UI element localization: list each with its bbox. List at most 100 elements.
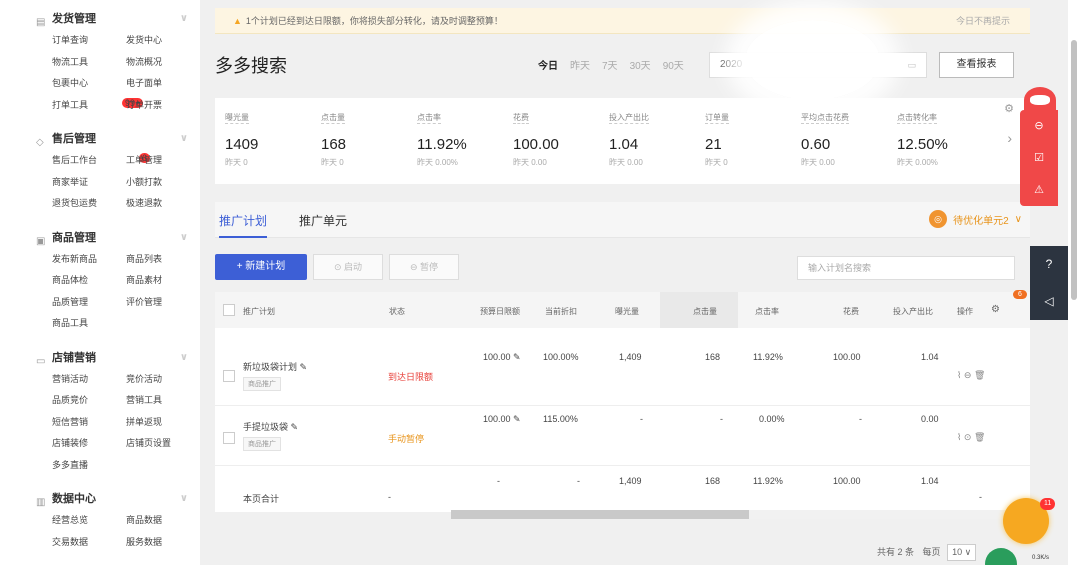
sidebar-item[interactable]: 打单工具 99+ (52, 95, 144, 117)
edit-icon[interactable]: ✎ (291, 422, 299, 432)
row-checkbox[interactable] (223, 432, 235, 444)
row-actions: ⌇ ⊖ 🗑 (957, 370, 985, 381)
chevron-down-icon[interactable]: ∨ (180, 488, 188, 510)
chevron-right-icon[interactable]: › (1007, 130, 1012, 146)
sidebar-item[interactable]: 经营总览 (52, 510, 126, 532)
sidebar-item[interactable]: 物流概况 (126, 52, 200, 74)
pause-icon[interactable]: ⊖ (964, 370, 972, 380)
chevron-down-icon[interactable]: ∨ (180, 8, 188, 30)
help-icon[interactable]: ? (1030, 246, 1068, 283)
edit-icon[interactable]: ✎ (513, 414, 521, 424)
optimize-units-link[interactable]: ◎ 待优化单元2 ∨ (929, 210, 1022, 228)
sidebar-item[interactable]: 订单开票 (126, 95, 200, 117)
scrollbar-thumb[interactable] (451, 510, 749, 519)
budget-cell[interactable]: 100.00 ✎ (483, 352, 521, 363)
edit-icon[interactable]: ✎ (513, 352, 521, 362)
page-scrollbar[interactable] (1068, 0, 1080, 565)
sidebar-item[interactable]: 品质竞价 (52, 390, 126, 412)
col-cost[interactable]: 花费 (843, 306, 859, 317)
chevron-down-icon[interactable]: ∨ (180, 128, 188, 150)
table-horizontal-scrollbar[interactable] (451, 510, 1011, 519)
play-icon[interactable]: ⊙ (964, 432, 972, 442)
metric-card: 曝光量 1409 昨天 0 (225, 113, 259, 167)
chevron-down-icon[interactable]: ∨ (180, 347, 188, 369)
sidebar-item[interactable]: 商品体检 (52, 270, 126, 292)
sidebar-section-title[interactable]: ▭ 店铺营销 ∨ (36, 347, 200, 369)
sidebar-item[interactable]: 工单管理 (126, 150, 200, 172)
sidebar-item[interactable]: 包裹中心 (52, 73, 126, 95)
alert-icon[interactable]: ⚠ (1020, 174, 1058, 206)
sidebar-section-title[interactable]: ▤ 发货管理 ∨ (36, 8, 200, 30)
chat-icon[interactable]: ⊖ (1020, 110, 1058, 142)
sidebar-item[interactable]: 品质管理 (52, 292, 126, 314)
page-size-select[interactable]: 10 ∨ (947, 544, 977, 561)
sidebar-item[interactable]: 发货中心 (126, 30, 200, 52)
per-page-label: 每页 (922, 547, 941, 557)
date-tab-90d[interactable]: 90天 (663, 57, 684, 72)
date-tab-7d[interactable]: 7天 (602, 57, 618, 72)
view-report-button[interactable]: 查看报表 (939, 52, 1014, 78)
sidebar-item[interactable]: 发布新商品 (52, 249, 126, 271)
sidebar-item[interactable]: 极速退款 (126, 193, 200, 215)
sidebar-item[interactable]: 售后工作台 6 (52, 150, 151, 172)
select-all-checkbox[interactable] (223, 304, 235, 316)
sidebar-item[interactable]: 营销工具 (126, 390, 200, 412)
sidebar-item[interactable]: 营销活动 (52, 369, 126, 391)
sidebar-item[interactable]: 电子面单 (126, 73, 200, 95)
edit-note-icon[interactable]: ☑ (1020, 142, 1058, 174)
trash-icon[interactable]: 🗑 (974, 370, 985, 380)
sidebar-item[interactable]: 店铺页设置 (126, 433, 200, 455)
scrollbar-thumb[interactable] (1071, 40, 1077, 300)
sidebar-item[interactable]: 交易数据 (52, 532, 126, 554)
row-checkbox[interactable] (223, 370, 235, 382)
sidebar-item[interactable]: 商品列表 (126, 249, 200, 271)
date-tab-30d[interactable]: 30天 (630, 57, 651, 72)
trash-icon[interactable]: 🗑 (974, 432, 985, 442)
sidebar-item[interactable]: 商品数据 (126, 510, 200, 532)
discount-cell: 100.00% (543, 352, 579, 362)
dismiss-notice-link[interactable]: 今日不再提示 (956, 8, 1010, 34)
sidebar-item[interactable]: 商品素材 (126, 270, 200, 292)
sidebar-item[interactable]: 订单查询 (52, 30, 126, 52)
sidebar-item[interactable]: 物流工具 (52, 52, 126, 74)
sidebar-item[interactable]: 评价管理 (126, 292, 200, 314)
sidebar-section-title[interactable]: ▥ 数据中心 ∨ (36, 488, 200, 510)
sidebar-item[interactable]: 小额打款 (126, 172, 200, 194)
plan-name[interactable]: 手提垃圾袋 ✎ 商品推广 (243, 420, 298, 451)
metric-card: 平均点击花费 0.60 昨天 0.00 (801, 113, 849, 167)
sidebar-item[interactable]: 拼单返现 (126, 412, 200, 434)
sidebar-item[interactable]: 退货包运费 (52, 193, 126, 215)
tab-plans[interactable]: 推广计划 (219, 212, 268, 238)
sidebar-item[interactable]: 商家举证 (52, 172, 126, 194)
sidebar-item[interactable]: 多多直播 (52, 455, 126, 477)
start-button[interactable]: ⊙ 启动 (313, 254, 383, 280)
col-budget[interactable]: 预算日限额 (480, 306, 520, 317)
sidebar-item[interactable]: 竞价活动 (126, 369, 200, 391)
edit-icon[interactable]: ✎ (300, 362, 308, 372)
new-plan-button[interactable]: + 新建计划 (215, 254, 307, 280)
gear-icon[interactable]: ⚙ (1004, 102, 1014, 115)
announcement-icon[interactable]: ◁ (1030, 283, 1068, 320)
plan-search-input[interactable]: 输入计划名搜索 (797, 256, 1015, 280)
col-discount[interactable]: 当前折扣 (545, 306, 577, 317)
date-tab-yesterday[interactable]: 昨天 (570, 57, 590, 72)
line-chart-icon[interactable]: ⌇ (957, 432, 961, 442)
chevron-down-icon[interactable]: ∨ (180, 227, 188, 249)
sidebar-item[interactable]: 短信营销 (52, 412, 126, 434)
sidebar-item[interactable]: 服务数据 (126, 532, 200, 554)
plan-name[interactable]: 新垃圾袋计划 ✎ 商品推广 (243, 360, 307, 391)
date-tab-today[interactable]: 今日 (538, 57, 558, 72)
sidebar-item[interactable]: 商品工具 (52, 313, 126, 335)
col-ctr[interactable]: 点击率 (755, 306, 779, 317)
sidebar-section-title[interactable]: ▣ 商品管理 ∨ (36, 227, 200, 249)
col-roi[interactable]: 投入产出比 (893, 306, 933, 317)
sidebar-section-title[interactable]: ◇ 售后管理 ∨ (36, 128, 200, 150)
pause-button[interactable]: ⊖ 暂停 (389, 254, 459, 280)
budget-cell[interactable]: 100.00 ✎ (483, 414, 521, 425)
tab-units[interactable]: 推广单元 (299, 212, 347, 229)
col-impressions[interactable]: 曝光量 (615, 306, 639, 317)
sidebar-item[interactable]: 店铺装修 (52, 433, 126, 455)
line-chart-icon[interactable]: ⌇ (957, 370, 961, 380)
col-clicks[interactable]: 点击量 (693, 306, 717, 317)
gear-icon[interactable]: ⚙ (991, 304, 1000, 315)
